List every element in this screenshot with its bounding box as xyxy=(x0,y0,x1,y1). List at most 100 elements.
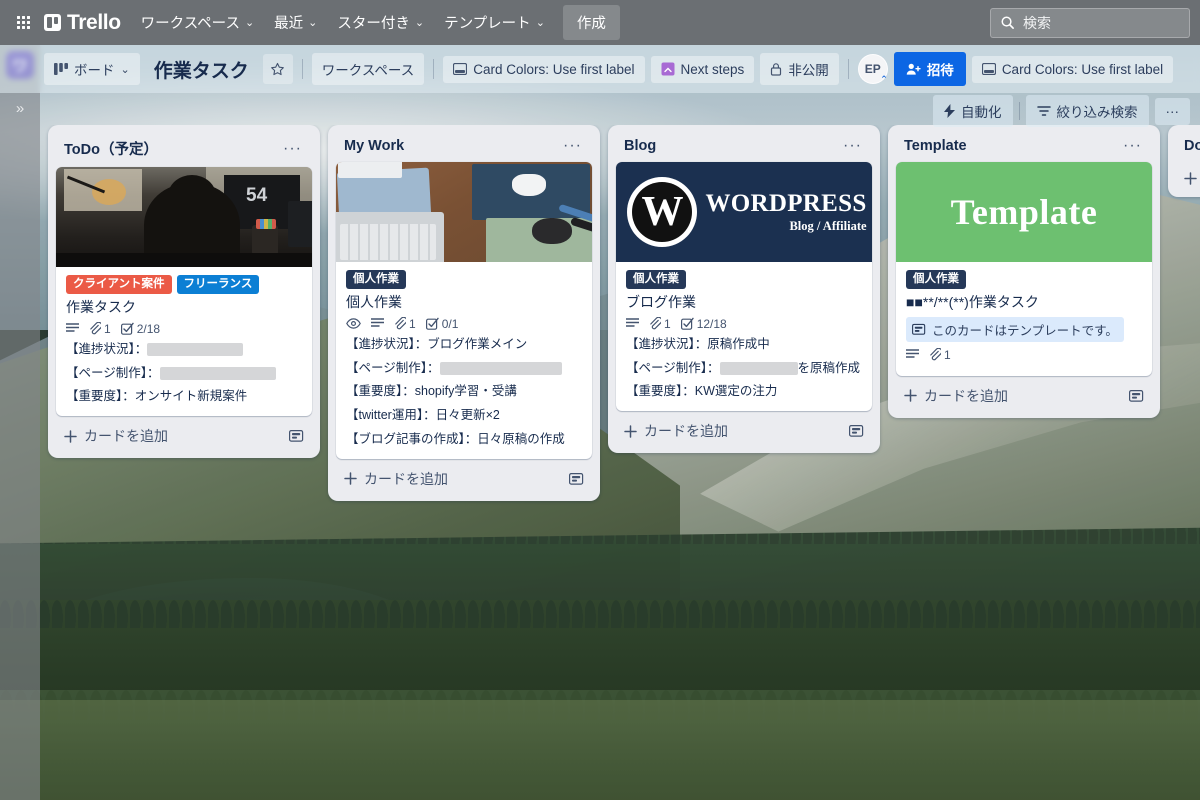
description-text: 【ブログ記事の作成】：日々原稿の作成 xyxy=(346,431,565,446)
card-description-lines: 【進捗状況】：原稿作成中 【ページ制作】： を原稿作成 【重要度】：KW選定の注… xyxy=(626,335,862,401)
card-title: 個人作業 xyxy=(346,294,402,310)
nav-item-starred[interactable]: スター付き ⌄ xyxy=(327,6,434,39)
chevron-down-icon: ⌄ xyxy=(414,17,425,29)
template-notice-text: このカードはテンプレートです。 xyxy=(932,323,1118,338)
card-description-line: 【進捗状況】： xyxy=(66,340,302,359)
list-actions-menu[interactable]: ··· xyxy=(839,138,866,154)
card-description-line: 【ページ制作】： を原稿作成 xyxy=(626,359,862,378)
trello-home-logo[interactable]: Trello xyxy=(38,11,131,35)
automation-button[interactable]: 自動化 xyxy=(933,95,1013,127)
board-menu-button[interactable]: ··· xyxy=(1154,97,1190,125)
plus-icon xyxy=(624,424,637,438)
card-colors-icon xyxy=(453,63,468,75)
search-input[interactable]: 検索 xyxy=(990,7,1190,38)
card-label[interactable]: クライアント案件 xyxy=(66,275,172,294)
eye-icon xyxy=(346,318,361,330)
list-header: Template ··· xyxy=(896,133,1152,162)
list-title[interactable]: ToDo（予定） xyxy=(64,138,158,159)
board-view-icon xyxy=(54,63,68,75)
create-button[interactable]: 作成 xyxy=(562,5,620,40)
nav-templates-label: テンプレート xyxy=(444,16,531,32)
paperclip-icon xyxy=(929,348,941,361)
card-label[interactable]: フリーランス xyxy=(176,275,260,294)
member-avatar[interactable]: EP ⌃ xyxy=(857,54,888,84)
card-title: ブログ作業 xyxy=(626,294,696,310)
card-labels: 個人作業 xyxy=(906,270,1142,289)
filter-icon xyxy=(1036,105,1051,117)
app-switcher-button[interactable] xyxy=(8,8,38,38)
card-template-icon[interactable] xyxy=(569,472,584,486)
template-cover-text: Template xyxy=(950,192,1098,232)
paperclip-icon xyxy=(649,317,661,330)
add-card-button[interactable]: カードを追加 xyxy=(616,411,872,445)
filter-label: 絞り込み検索 xyxy=(1056,105,1138,120)
list-actions-menu[interactable]: ··· xyxy=(1119,138,1146,154)
card[interactable]: W WORDPRESS Blog / Affiliate 個人作業 ブログ作業 xyxy=(616,162,872,412)
description-icon xyxy=(371,318,384,329)
card-description-line: 【ページ制作】： xyxy=(346,359,582,378)
add-card-label: カードを追加 xyxy=(84,428,168,445)
card-template-icon[interactable] xyxy=(849,424,864,438)
powerup-card-colors[interactable]: Card Colors: Use first label xyxy=(443,55,645,83)
checklist-badge: 12/18 xyxy=(680,317,727,331)
card-labels: 個人作業 xyxy=(346,270,582,289)
description-badge xyxy=(906,349,919,360)
list-actions-menu[interactable]: ··· xyxy=(279,140,306,156)
chevron-down-icon: ⌄ xyxy=(535,17,545,29)
powerup-card-colors-secondary-label: Card Colors: Use first label xyxy=(1001,61,1164,77)
list-title[interactable]: Template xyxy=(904,138,967,154)
plus-icon xyxy=(904,389,917,403)
list-title[interactable]: Blog xyxy=(624,138,656,154)
card-label[interactable]: 個人作業 xyxy=(906,270,966,289)
card-body: クライアント案件 フリーランス 作業タスク 1 2/18 【進捗状況】： 【ペー… xyxy=(56,267,312,416)
add-card-label: カードを追加 xyxy=(364,470,448,487)
list-title[interactable]: My Work xyxy=(344,138,404,154)
card[interactable]: Template 個人作業 ■■**/**(**)作業タスク このカードはテンプ… xyxy=(896,162,1152,376)
wordpress-subtitle: Blog / Affiliate xyxy=(789,219,867,233)
card-template-icon[interactable] xyxy=(1129,389,1144,403)
add-person-icon xyxy=(906,62,921,76)
nav-starred-label: スター付き xyxy=(337,16,410,32)
description-text: 【ページ制作】： xyxy=(66,365,160,380)
card[interactable]: 個人作業 個人作業 1 0/1 【進捗状況】：ブログ作業メイン 【ページ制作】：… xyxy=(336,162,592,459)
add-card-button[interactable]: カードを追加 xyxy=(896,376,1152,410)
filter-button[interactable]: 絞り込み検索 xyxy=(1025,95,1149,127)
description-text: 【ページ制作】： xyxy=(626,360,720,375)
board-view-switcher[interactable]: ボード ⌄ xyxy=(44,53,140,85)
board-title[interactable]: 作業タスク xyxy=(146,52,257,87)
workspace-visibility-chip[interactable]: ワークスペース xyxy=(311,53,425,85)
card-label[interactable]: 個人作業 xyxy=(346,270,406,289)
card-description-line: 【進捗状況】：原稿作成中 xyxy=(626,335,862,354)
lock-icon xyxy=(770,62,782,76)
card-labels: クライアント案件 フリーランス xyxy=(66,275,302,294)
nav-item-templates[interactable]: テンプレート ⌄ xyxy=(434,6,555,39)
list-title[interactable]: Do xyxy=(1184,138,1200,154)
add-card-button[interactable] xyxy=(1176,162,1200,189)
add-card-button[interactable]: カードを追加 xyxy=(56,416,312,450)
nav-item-workspaces[interactable]: ワークスペース ⌄ xyxy=(131,6,265,39)
add-card-button[interactable]: カードを追加 xyxy=(336,459,592,493)
board-visibility-chip[interactable]: 非公開 xyxy=(760,53,839,85)
card[interactable]: 54 クライアント案件 フリーランス 作業タスク 1 2/18 【進捗状況】： … xyxy=(56,167,312,417)
description-icon xyxy=(626,318,639,329)
plus-icon xyxy=(344,472,357,485)
lightning-icon xyxy=(944,104,955,118)
powerup-card-colors-secondary[interactable]: Card Colors: Use first label xyxy=(971,55,1174,83)
paperclip-icon xyxy=(89,322,101,335)
card-template-icon[interactable] xyxy=(289,429,304,443)
checklist-badge: 2/18 xyxy=(120,322,160,336)
card-description-line: 【重要度】：KW選定の注力 xyxy=(626,382,862,401)
list-actions-menu[interactable]: ··· xyxy=(559,138,586,154)
chevron-down-icon: ⌄ xyxy=(120,63,130,76)
card-badges: 1 12/18 xyxy=(626,317,862,331)
board-canvas: ToDo（予定） ··· 54 クライアント案件 フリーランス 作業タスク 1 … xyxy=(40,125,1200,800)
tools-divider xyxy=(1018,102,1020,120)
nav-item-recent[interactable]: 最近 ⌄ xyxy=(264,6,327,39)
card-cover-image: 54 xyxy=(56,167,312,267)
card-label[interactable]: 個人作業 xyxy=(626,270,686,289)
description-badge xyxy=(626,318,639,329)
invite-button[interactable]: 招待 xyxy=(893,52,966,86)
checklist-badge: 0/1 xyxy=(425,317,458,331)
powerup-next-steps[interactable]: Next steps xyxy=(650,55,755,83)
star-outline-icon[interactable] xyxy=(262,54,293,84)
